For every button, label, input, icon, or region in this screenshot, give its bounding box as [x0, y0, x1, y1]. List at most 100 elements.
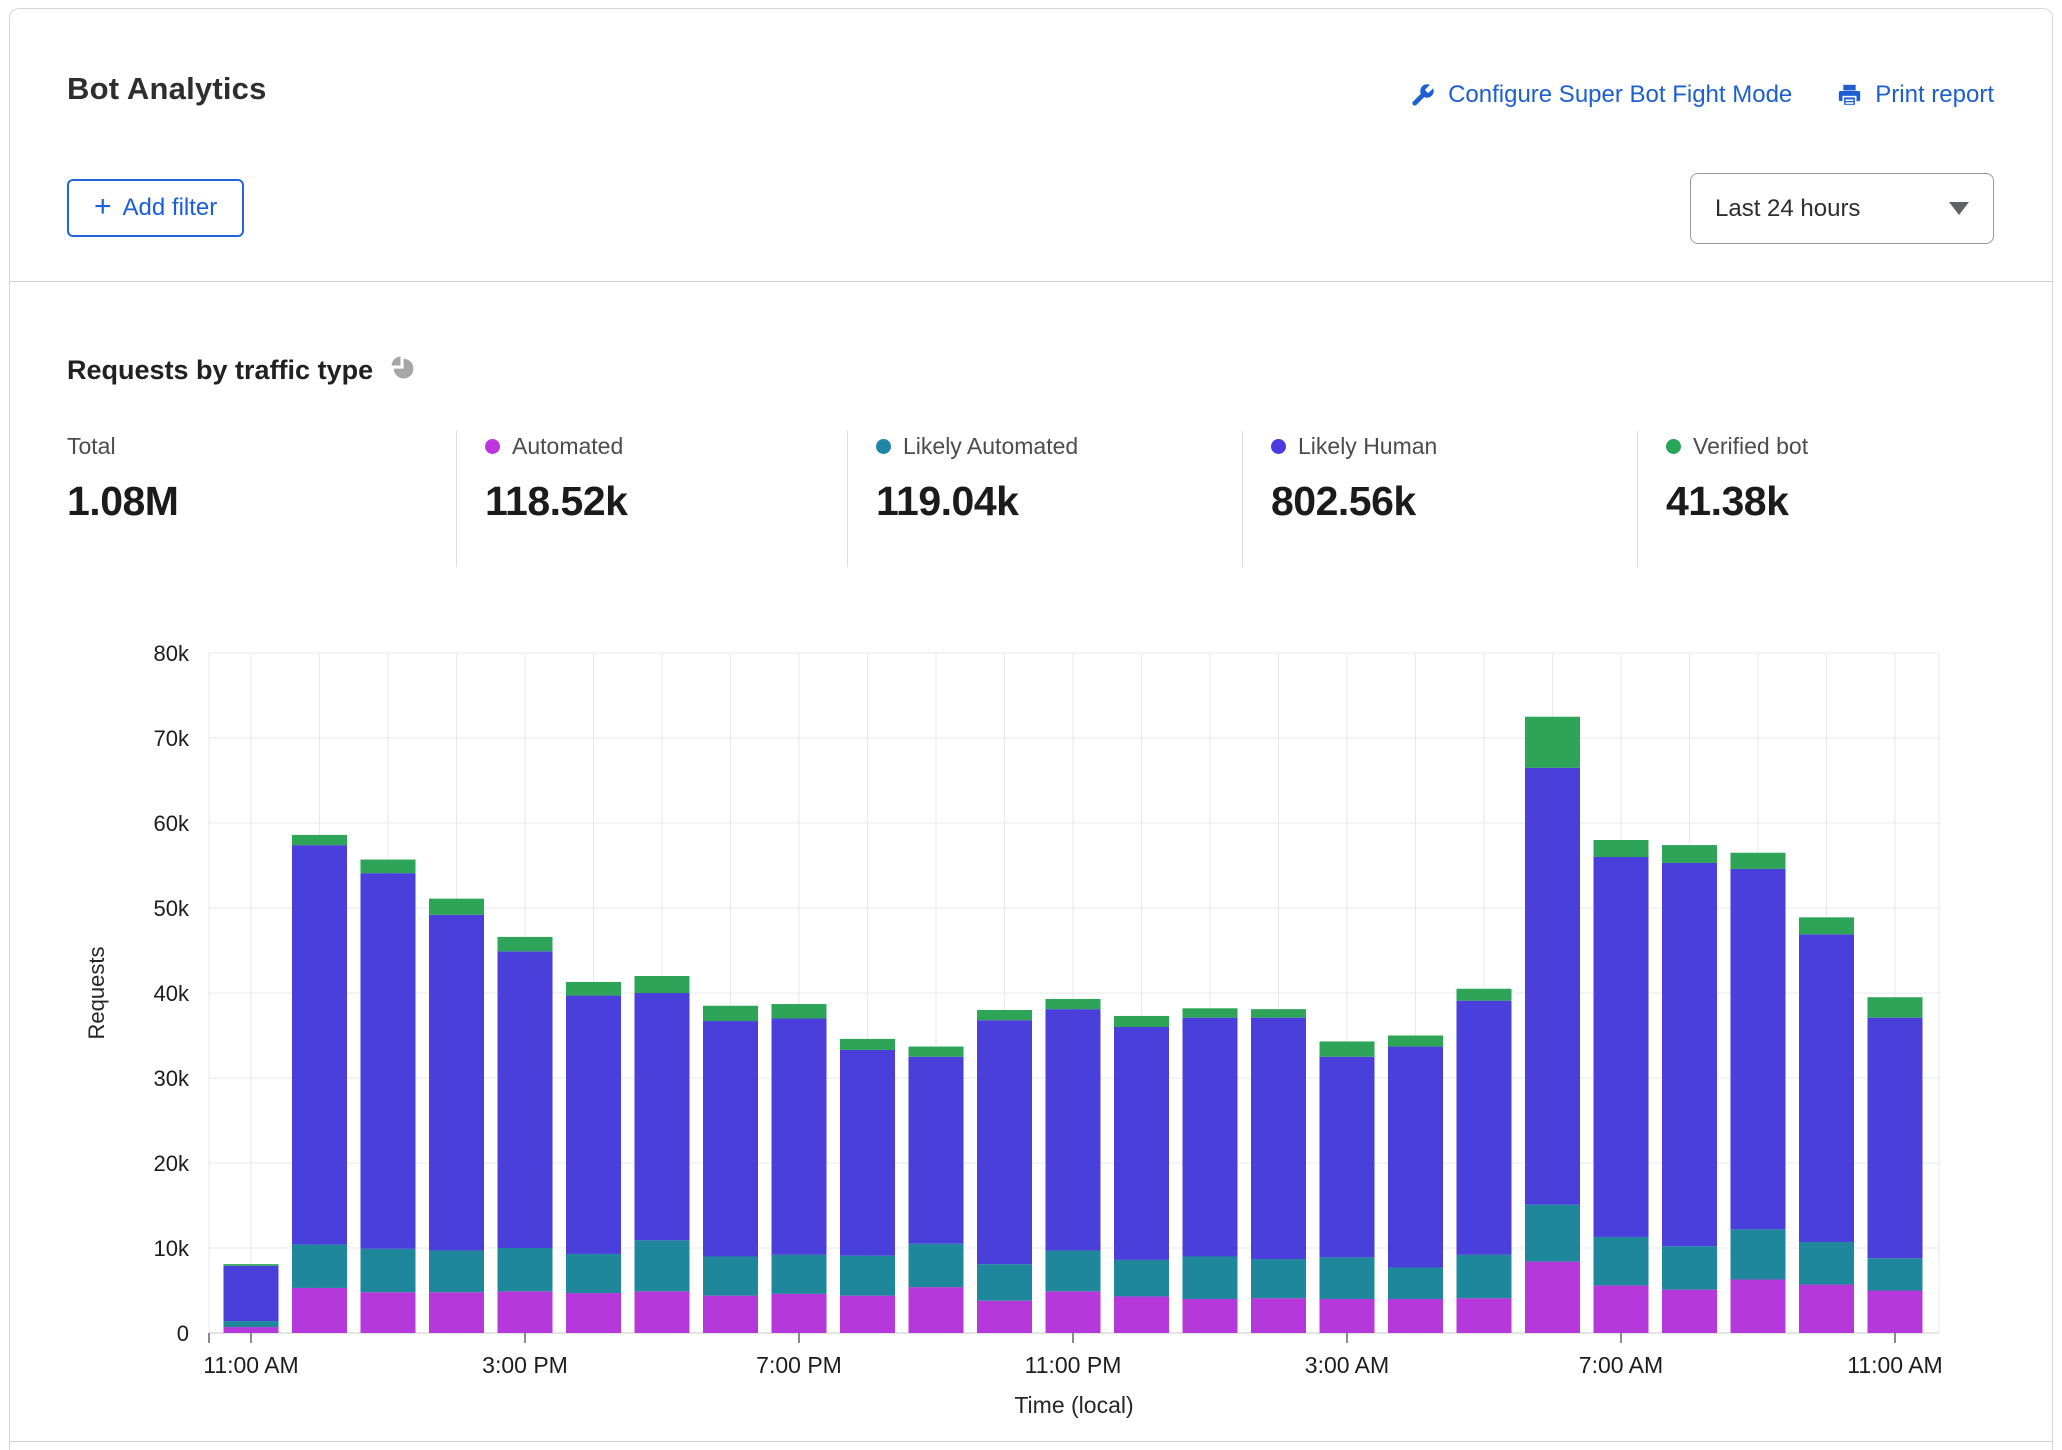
bar-segment[interactable]: [1319, 1299, 1375, 1333]
bar-segment[interactable]: [1388, 1267, 1443, 1299]
bar-segment[interactable]: [1525, 1261, 1580, 1333]
bar-segment[interactable]: [840, 1038, 895, 1050]
bar-segment[interactable]: [1593, 857, 1649, 1237]
bar-segment[interactable]: [1114, 1296, 1169, 1333]
bar-segment[interactable]: [1114, 1259, 1169, 1297]
bar-segment[interactable]: [1867, 1258, 1923, 1291]
bar-segment[interactable]: [703, 1256, 758, 1296]
bar-segment[interactable]: [977, 1300, 1032, 1333]
bar-segment[interactable]: [566, 1293, 621, 1333]
print-report-link[interactable]: Print report: [1836, 81, 1994, 109]
bar-segment[interactable]: [429, 1250, 484, 1293]
bar-segment[interactable]: [1456, 1298, 1512, 1333]
bar-segment[interactable]: [1456, 988, 1512, 1001]
bar-segment[interactable]: [1319, 1056, 1375, 1258]
bar-segment[interactable]: [292, 1287, 347, 1333]
bar-segment[interactable]: [634, 976, 690, 993]
bar-segment[interactable]: [703, 1005, 758, 1022]
bar-segment[interactable]: [634, 1240, 690, 1292]
bar-segment[interactable]: [1867, 1017, 1923, 1259]
bar-segment[interactable]: [497, 1248, 553, 1292]
bar-segment[interactable]: [360, 859, 416, 874]
bar-segment[interactable]: [497, 951, 553, 1248]
bar-segment[interactable]: [908, 1287, 964, 1333]
bar-segment[interactable]: [771, 1018, 827, 1255]
bar-segment[interactable]: [566, 995, 621, 1254]
bar-segment[interactable]: [1045, 1009, 1101, 1251]
bar-segment[interactable]: [1045, 1250, 1101, 1292]
bar-segment[interactable]: [1593, 840, 1649, 857]
bar-segment[interactable]: [1251, 1017, 1306, 1260]
bar-segment[interactable]: [771, 1254, 827, 1294]
bar-segment[interactable]: [1182, 1256, 1238, 1300]
bar-segment[interactable]: [429, 914, 484, 1251]
bar-segment[interactable]: [360, 1292, 416, 1333]
bar-segment[interactable]: [292, 845, 347, 1245]
bar-segment[interactable]: [1251, 1009, 1306, 1018]
bar-segment[interactable]: [1525, 1204, 1580, 1262]
bar-segment[interactable]: [429, 1292, 484, 1333]
bar-segment[interactable]: [908, 1056, 964, 1244]
bar-segment[interactable]: [292, 1244, 347, 1288]
bar-segment[interactable]: [1662, 1289, 1717, 1333]
stat-likely-automated[interactable]: Likely Automated 119.04k: [847, 431, 1242, 567]
bar-segment[interactable]: [1525, 767, 1580, 1205]
bar-segment[interactable]: [1319, 1257, 1375, 1299]
bar-segment[interactable]: [840, 1295, 895, 1333]
bar-segment[interactable]: [1593, 1236, 1649, 1286]
bar-segment[interactable]: [977, 1010, 1032, 1021]
bar-segment[interactable]: [360, 873, 416, 1249]
bar-segment[interactable]: [1730, 1229, 1786, 1280]
bar-segment[interactable]: [977, 1020, 1032, 1265]
bar-segment[interactable]: [1799, 917, 1854, 935]
bar-segment[interactable]: [1799, 934, 1854, 1243]
bar-segment[interactable]: [1114, 1027, 1169, 1260]
bar-segment[interactable]: [771, 1293, 827, 1333]
bar-segment[interactable]: [1182, 1017, 1238, 1257]
bar-segment[interactable]: [292, 834, 347, 846]
bar-segment[interactable]: [1662, 845, 1717, 863]
bar-segment[interactable]: [634, 1291, 690, 1333]
add-filter-button[interactable]: + Add filter: [67, 179, 245, 237]
bar-segment[interactable]: [1730, 1279, 1786, 1333]
bar-segment[interactable]: [1525, 716, 1580, 768]
configure-super-bot-fight-mode-link[interactable]: Configure Super Bot Fight Mode: [1409, 81, 1792, 109]
bar-segment[interactable]: [771, 1004, 827, 1019]
bar-segment[interactable]: [1593, 1285, 1649, 1333]
bar-segment[interactable]: [1799, 1284, 1854, 1333]
bar-segment[interactable]: [1388, 1046, 1443, 1268]
bar-segment[interactable]: [1388, 1299, 1443, 1333]
bar-segment[interactable]: [1456, 1000, 1512, 1255]
bar-segment[interactable]: [1251, 1259, 1306, 1299]
bar-segment[interactable]: [1388, 1035, 1443, 1047]
stat-automated[interactable]: Automated 118.52k: [456, 431, 847, 567]
bar-segment[interactable]: [223, 1264, 279, 1266]
bar-segment[interactable]: [1662, 1246, 1717, 1290]
bar-segment[interactable]: [1251, 1298, 1306, 1333]
bar-segment[interactable]: [1319, 1041, 1375, 1057]
bar-segment[interactable]: [1867, 997, 1923, 1018]
bar-segment[interactable]: [703, 1021, 758, 1257]
bar-segment[interactable]: [360, 1248, 416, 1293]
bar-segment[interactable]: [223, 1321, 279, 1328]
bar-segment[interactable]: [1799, 1242, 1854, 1285]
bar-segment[interactable]: [429, 898, 484, 915]
bar-segment[interactable]: [1045, 998, 1101, 1010]
bar-segment[interactable]: [908, 1046, 964, 1057]
bar-segment[interactable]: [497, 1291, 553, 1333]
bar-segment[interactable]: [840, 1255, 895, 1296]
bar-segment[interactable]: [1867, 1290, 1923, 1334]
bar-segment[interactable]: [497, 936, 553, 952]
bar-segment[interactable]: [1730, 852, 1786, 869]
bar-segment[interactable]: [566, 981, 621, 996]
bar-segment[interactable]: [1182, 1008, 1238, 1018]
bar-segment[interactable]: [223, 1265, 279, 1322]
bar-segment[interactable]: [1456, 1254, 1512, 1299]
bar-segment[interactable]: [977, 1264, 1032, 1301]
bar-segment[interactable]: [1114, 1015, 1169, 1027]
bar-segment[interactable]: [840, 1049, 895, 1256]
bar-segment[interactable]: [1045, 1291, 1101, 1333]
stat-verified-bot[interactable]: Verified bot 41.38k: [1637, 431, 1985, 567]
bar-segment[interactable]: [223, 1327, 279, 1333]
bar-segment[interactable]: [1182, 1299, 1238, 1333]
